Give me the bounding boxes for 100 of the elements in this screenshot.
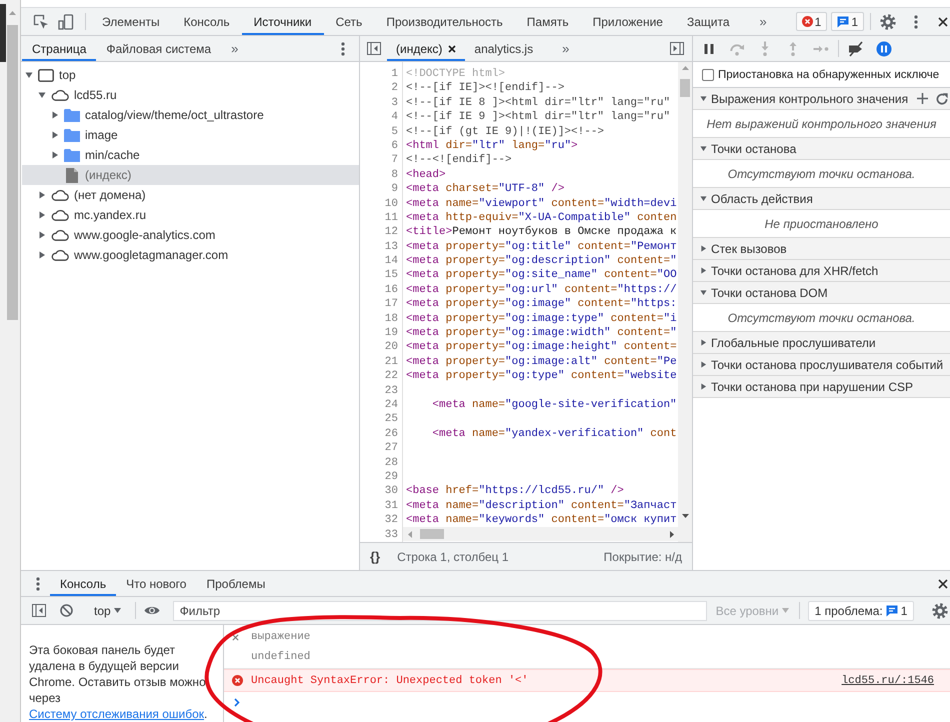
empty-state-message: Отсутствуют точки останова. (728, 166, 916, 180)
collapsed-triangle-icon[interactable] (51, 151, 59, 159)
more-options-icon[interactable] (341, 42, 345, 56)
code-line: <!DOCTYPE html> (406, 68, 506, 80)
source-link[interactable]: lcd55.ru/:1546 (842, 674, 934, 686)
tree-item[interactable]: catalog/view/theme/oct_ultrastore (22, 105, 359, 125)
file-tab[interactable]: analytics.js (465, 36, 542, 61)
settings-icon[interactable] (932, 602, 948, 618)
filter-field[interactable]: Фильтр (172, 600, 707, 620)
add-icon[interactable] (917, 93, 928, 104)
deactivate-breakpoints-icon[interactable] (848, 40, 864, 56)
tree-item[interactable]: mc.yandex.ru (22, 205, 359, 225)
frame-edge-strip (0, 4, 6, 62)
more-tabs-button[interactable]: » (556, 41, 576, 56)
debugger-toggle-icon[interactable] (670, 42, 684, 55)
context-select[interactable]: top (94, 604, 121, 618)
collapsed-triangle-icon[interactable] (700, 245, 707, 252)
code-line: <meta property="og:image" content="https: (406, 298, 677, 310)
tree-item[interactable]: www.googletagmanager.com (22, 245, 359, 265)
navigator-tab[interactable]: Страница (22, 36, 96, 61)
tree-item[interactable]: lcd55.ru (22, 85, 359, 105)
device-icon[interactable] (58, 14, 74, 30)
section-header[interactable]: Глобальные прослушиватели (693, 332, 950, 354)
clear-console-icon[interactable] (60, 604, 73, 617)
collapsed-triangle-icon[interactable] (38, 251, 46, 259)
code-line: <meta property="og:image:alt" content="Ре (406, 356, 677, 368)
collapsed-triangle-icon[interactable] (51, 111, 59, 119)
expanded-triangle-icon[interactable] (700, 289, 707, 296)
sidebar-toggle-icon[interactable] (32, 604, 46, 617)
drawer-tab[interactable]: Что нового (116, 571, 196, 596)
issues-button[interactable]: 1 проблема: 1 (808, 600, 914, 620)
section-header[interactable]: Стек вызовов (693, 238, 950, 260)
tree-item[interactable]: www.google-analytics.com (22, 225, 359, 245)
issues-button[interactable]: 1 (831, 12, 864, 31)
section-header[interactable]: Точки останова прослушивателя событий (693, 354, 950, 376)
checkbox-label[interactable]: Приостановка на обнаруженных исключе (718, 68, 940, 80)
collapsed-triangle-icon[interactable] (700, 339, 707, 346)
tree-item[interactable]: image (22, 125, 359, 145)
errors-button[interactable]: 1 (796, 12, 828, 31)
panel-tab[interactable]: Производительность (374, 8, 515, 35)
inspect-icon[interactable] (33, 14, 49, 30)
line-number: 14 (384, 255, 398, 268)
code-line: <title>Ремонт ноутбуков в Омске продажа к (406, 226, 677, 238)
navigator-tab[interactable]: Файловая система (96, 36, 222, 61)
more-options-icon[interactable] (36, 576, 40, 590)
scroll-down-icon[interactable] (682, 514, 688, 518)
scrollbar-thumb[interactable] (680, 79, 690, 97)
feedback-link[interactable]: Систему отслеживания ошибок (29, 707, 204, 721)
line-number: 8 (391, 168, 398, 181)
live-expression[interactable]: выражение (251, 631, 310, 643)
panel-tab[interactable]: Сеть (324, 8, 374, 35)
checkbox[interactable] (702, 68, 714, 80)
more-options-icon[interactable] (914, 14, 918, 28)
expanded-triangle-icon[interactable] (25, 71, 33, 79)
collapsed-triangle-icon[interactable] (700, 267, 707, 274)
section-header[interactable]: Точки останова DOM (693, 282, 950, 304)
panel-tab[interactable]: Память (514, 8, 581, 35)
close-icon[interactable] (938, 578, 948, 588)
scrollbar-thumb[interactable] (7, 25, 18, 320)
section-header[interactable]: Точки останова при нарушении CSP (693, 376, 950, 398)
expanded-triangle-icon[interactable] (700, 95, 707, 102)
more-tabs-button[interactable]: » (754, 14, 773, 29)
tree-item[interactable]: (нет домена) (22, 185, 359, 205)
section-header[interactable]: Точки останова (693, 138, 950, 160)
collapsed-triangle-icon[interactable] (38, 211, 46, 219)
navigator-toggle-icon[interactable] (367, 42, 381, 55)
drawer-tab[interactable]: Проблемы (196, 571, 276, 596)
code-line: <meta property="og:image:height" content= (406, 341, 677, 354)
tree-item[interactable]: (индекс) (22, 165, 359, 185)
scroll-right-icon[interactable] (670, 530, 674, 538)
tree-item[interactable]: top (22, 65, 359, 85)
pause-on-exceptions-icon[interactable] (876, 40, 892, 56)
panel-tab[interactable]: Элементы (90, 8, 172, 35)
panel-tab[interactable]: Консоль (172, 8, 242, 35)
line-number: 15 (384, 269, 398, 282)
collapsed-triangle-icon[interactable] (38, 231, 46, 239)
section-header[interactable]: Выражения контрольного значения (693, 88, 950, 110)
settings-icon[interactable] (880, 14, 896, 30)
section-header[interactable]: Область действия (693, 188, 950, 210)
panel-tab[interactable]: Защита (674, 8, 742, 35)
collapsed-triangle-icon[interactable] (700, 383, 707, 390)
eye-icon[interactable] (144, 605, 160, 616)
tree-item[interactable]: min/cache (22, 145, 359, 165)
expanded-triangle-icon[interactable] (700, 195, 707, 202)
pretty-print-button[interactable]: {} (370, 549, 380, 564)
collapsed-triangle-icon[interactable] (38, 191, 46, 199)
refresh-icon[interactable] (936, 92, 948, 104)
more-tabs-button[interactable]: » (225, 41, 244, 56)
coverage-label: Покрытие: н/д (604, 550, 682, 564)
panel-tab[interactable]: Приложение (580, 8, 675, 35)
section-header[interactable]: Точки останова для XHR/fetch (693, 260, 950, 282)
expanded-triangle-icon[interactable] (38, 91, 46, 99)
collapsed-triangle-icon[interactable] (51, 131, 59, 139)
scrollbar-thumb[interactable] (420, 529, 444, 539)
close-icon[interactable] (938, 16, 948, 26)
collapsed-triangle-icon[interactable] (700, 361, 707, 368)
line-number: 10 (384, 198, 398, 210)
cloud-icon (51, 189, 69, 201)
expanded-triangle-icon[interactable] (700, 145, 707, 152)
close-icon[interactable] (448, 44, 456, 52)
